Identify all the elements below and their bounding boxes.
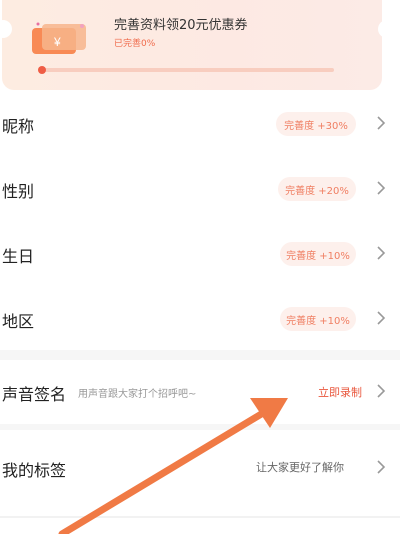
tags-hint: 让大家更好了解你 <box>256 461 344 474</box>
section-divider <box>0 350 400 360</box>
row-label: 声音签名 <box>2 385 67 404</box>
chevron-right-icon <box>377 460 386 474</box>
banner-title: 完善资料领20元优惠券 <box>114 18 248 33</box>
row-region[interactable]: 地区 完善度 +10% <box>0 299 400 339</box>
chevron-right-icon <box>377 246 386 260</box>
profile-completion-banner[interactable]: ¥ 完善资料领20元优惠券 已完善0% <box>0 0 400 100</box>
chevron-right-icon <box>377 384 386 398</box>
voice-hint: 用声音跟大家打个招呼吧~ <box>78 389 197 400</box>
row-label: 生日 <box>2 247 35 266</box>
card-notch-right <box>378 20 396 38</box>
banner-progress-text: 已完善0% <box>114 39 156 49</box>
chevron-right-icon <box>377 311 386 325</box>
chevron-right-icon <box>377 116 386 130</box>
coupon-symbol: ¥ <box>53 35 61 49</box>
completion-badge: 完善度 +20% <box>278 177 356 201</box>
completion-badge: 完善度 +10% <box>280 242 356 266</box>
row-birthday[interactable]: 生日 完善度 +10% <box>0 234 400 274</box>
row-my-tags[interactable]: 我的标签 让大家更好了解你 <box>0 448 400 488</box>
progress-handle <box>38 66 46 74</box>
row-nickname[interactable]: 昵称 完善度 +30% <box>0 104 400 144</box>
progress-bar <box>38 66 334 74</box>
row-gender[interactable]: 性别 完善度 +20% <box>0 169 400 209</box>
section-divider <box>0 424 400 430</box>
row-label: 性别 <box>2 182 35 201</box>
row-label: 我的标签 <box>2 461 67 480</box>
completion-badge: 完善度 +10% <box>280 307 356 331</box>
section-divider <box>0 516 400 518</box>
row-label: 昵称 <box>2 117 35 136</box>
completion-badge: 完善度 +30% <box>276 112 356 136</box>
row-label: 地区 <box>2 312 35 331</box>
record-now-button[interactable]: 立即录制 <box>318 384 362 400</box>
row-voice-signature[interactable]: 声音签名 用声音跟大家打个招呼吧~ 立即录制 <box>0 372 400 412</box>
card-notch-left <box>0 20 12 38</box>
chevron-right-icon <box>377 181 386 195</box>
coupon-icon: ¥ <box>32 22 86 54</box>
